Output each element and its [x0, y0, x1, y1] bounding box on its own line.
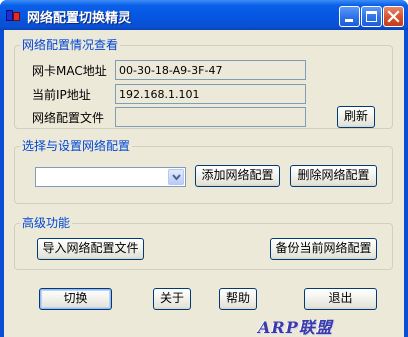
config-file-label: 网络配置文件	[32, 111, 105, 125]
config-select[interactable]	[35, 167, 186, 187]
backup-config-button[interactable]: 备份当前网络配置	[270, 238, 377, 260]
advanced-group-title: 高级功能	[20, 216, 73, 230]
about-button[interactable]: 关于	[153, 288, 191, 310]
app-icon	[6, 8, 22, 24]
close-button[interactable]	[383, 6, 404, 27]
select-group-title: 选择与设置网络配置	[20, 139, 133, 153]
minimize-button[interactable]	[339, 6, 360, 27]
close-icon	[387, 10, 400, 23]
dropdown-button[interactable]	[168, 169, 184, 185]
status-group-title: 网络配置情况查看	[20, 38, 121, 52]
window-title: 网络配置切换精灵	[27, 11, 132, 26]
delete-config-button[interactable]: 删除网络配置	[290, 165, 377, 187]
mac-field: 00-30-18-A9-3F-47	[115, 60, 306, 80]
watermark-logo: ARP联盟	[258, 318, 333, 337]
chevron-down-icon	[172, 174, 181, 181]
config-file-field	[115, 107, 306, 127]
switch-button[interactable]: 切换	[39, 288, 112, 310]
minimize-icon	[345, 19, 353, 22]
exit-button[interactable]: 退出	[304, 288, 377, 310]
mac-label: 网卡MAC地址	[32, 64, 107, 78]
maximize-button[interactable]	[361, 6, 382, 27]
ip-label: 当前IP地址	[32, 88, 91, 102]
add-config-button[interactable]: 添加网络配置	[195, 165, 280, 187]
refresh-button[interactable]: 刷新	[337, 106, 375, 128]
app-window: 网络配置切换精灵 网络配置情况查看 网卡MAC地址 00-30-18-A9-3F…	[0, 0, 408, 337]
maximize-icon	[366, 11, 377, 22]
import-config-button[interactable]: 导入网络配置文件	[37, 238, 144, 260]
dialog-body: 网络配置情况查看 网卡MAC地址 00-30-18-A9-3F-47 当前IP地…	[4, 30, 404, 337]
ip-field: 192.168.1.101	[115, 84, 306, 104]
help-button[interactable]: 帮助	[219, 288, 257, 310]
title-bar[interactable]: 网络配置切换精灵	[0, 0, 408, 30]
